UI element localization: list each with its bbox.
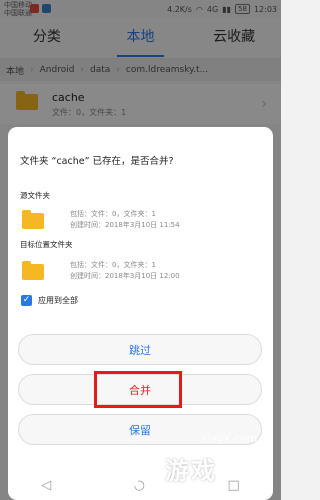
recent-apps-icon[interactable]: □ — [227, 478, 239, 493]
back-icon[interactable]: ◁ — [41, 478, 51, 493]
source-folder-info: 包括：文件：0，文件夹：1 创建时间：2018年3月10日 11:54 — [70, 209, 180, 231]
target-folder-label: 目标位置文件夹 — [20, 240, 73, 249]
target-contains: 包括：文件：0，文件夹：1 — [70, 261, 156, 269]
skip-button[interactable]: 跳过 — [18, 334, 262, 365]
watermark-text: 游戏 — [165, 457, 217, 485]
dialog-title: 文件夹 “cache” 已存在，是否合并? — [20, 156, 174, 167]
checkmark-icon[interactable]: ✓ — [21, 295, 32, 306]
source-contains: 包括：文件：0，文件夹：1 — [70, 210, 156, 218]
source-folder-label: 源文件夹 — [20, 191, 50, 200]
apply-all-checkbox[interactable]: ✓ 应用到全部 — [21, 295, 78, 306]
apply-all-label: 应用到全部 — [38, 296, 78, 305]
watermark-logo — [127, 444, 151, 486]
highlight-box — [94, 371, 182, 408]
source-created: 创建时间：2018年3月10日 11:54 — [70, 221, 180, 229]
watermark-url: xiayx.com — [201, 432, 258, 445]
folder-icon — [22, 261, 44, 280]
target-folder-info: 包括：文件：0，文件夹：1 创建时间：2018年3月10日 12:00 — [70, 260, 180, 282]
folder-icon — [22, 210, 44, 229]
target-created: 创建时间：2018年3月10日 12:00 — [70, 272, 180, 280]
